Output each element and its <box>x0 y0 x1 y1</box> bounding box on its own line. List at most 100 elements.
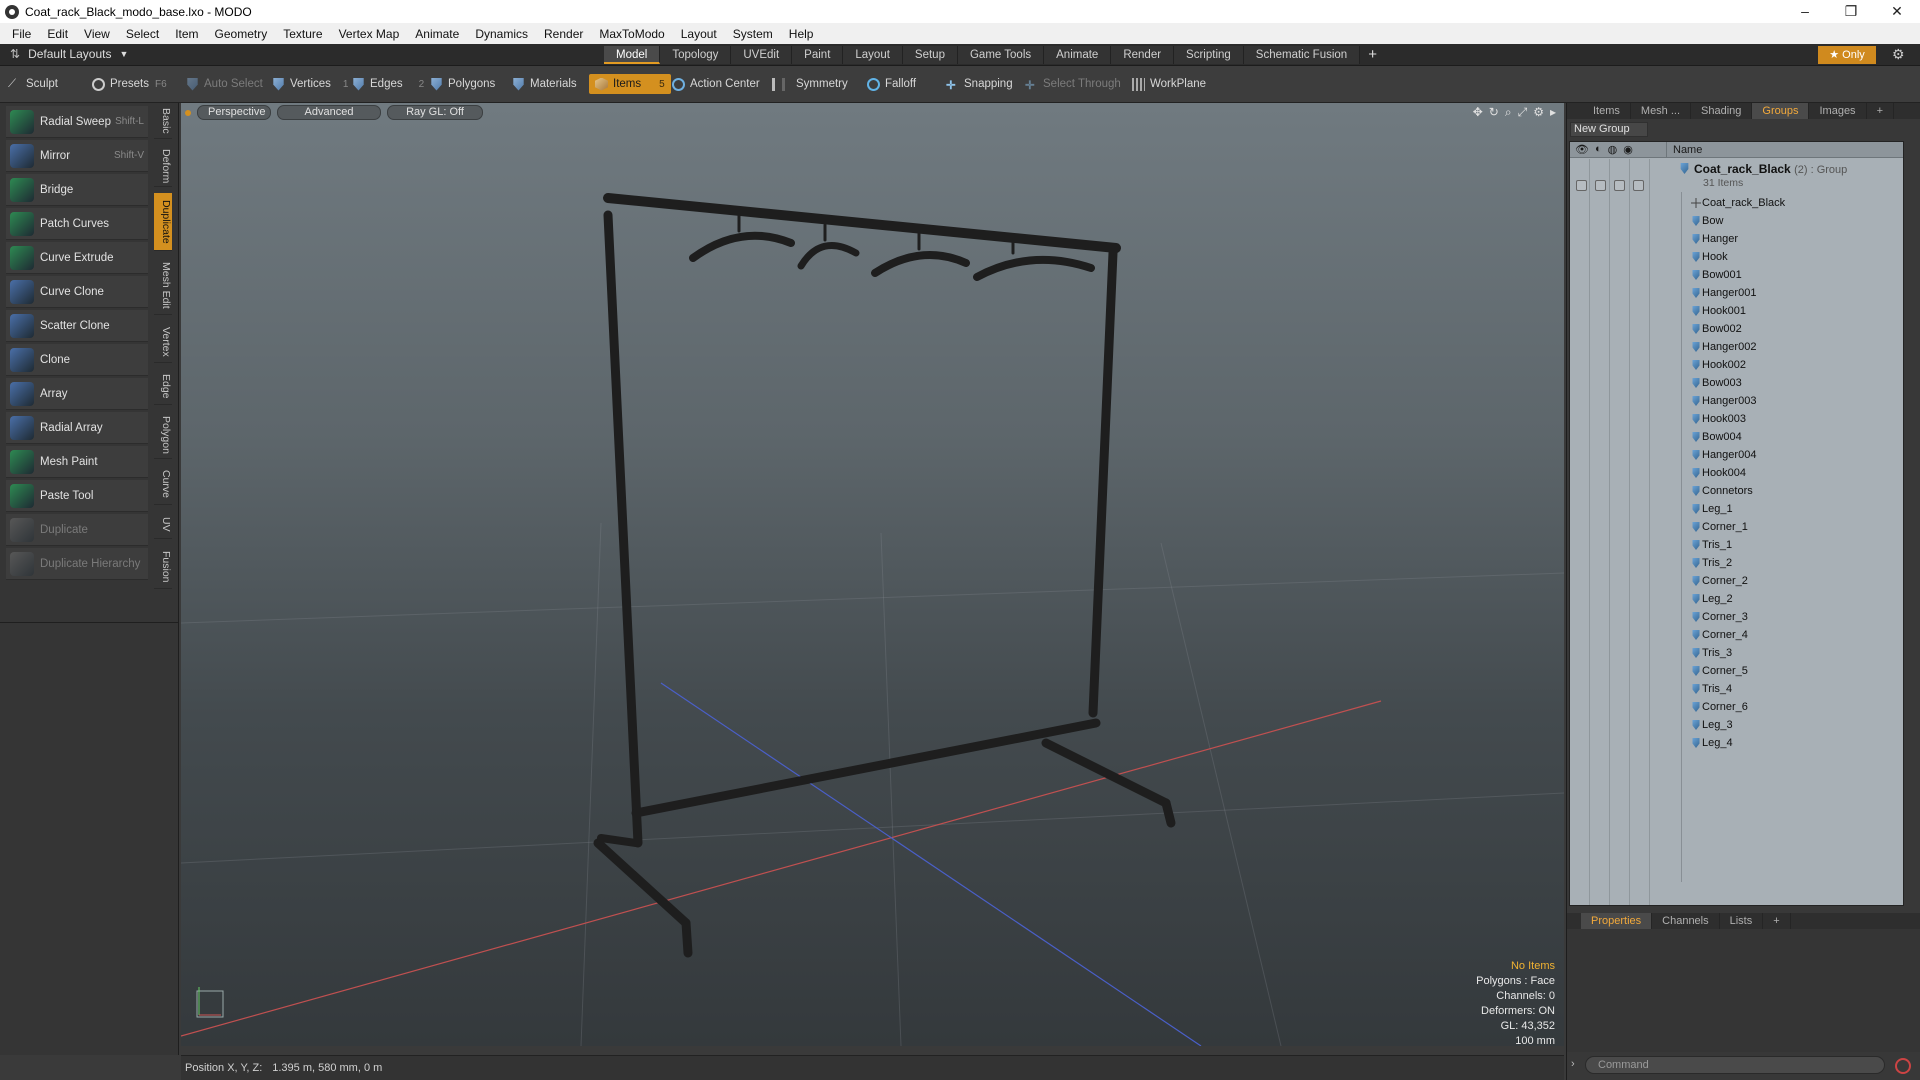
list-item[interactable]: Corner_6 <box>1570 698 1903 716</box>
menu-layout[interactable]: Layout <box>673 27 725 41</box>
action-center-button[interactable]: Action Center <box>672 74 760 94</box>
group-row[interactable]: Coat_rack_Black (2) : Group 31 Items <box>1570 159 1903 189</box>
menu-help[interactable]: Help <box>781 27 822 41</box>
menu-item[interactable]: Item <box>167 27 206 41</box>
rotate-icon[interactable]: ↻ <box>1489 105 1499 120</box>
list-item[interactable]: Hanger003 <box>1570 392 1903 410</box>
tab-render[interactable]: Render <box>1111 46 1175 64</box>
tab-model[interactable]: Model <box>604 46 661 64</box>
render-column-icon[interactable]: ◍ <box>1608 143 1618 156</box>
vtab-uv[interactable]: UV <box>154 511 172 539</box>
list-item[interactable]: Tris_1 <box>1570 536 1903 554</box>
shading-dropdown[interactable]: Advanced <box>277 105 381 120</box>
vtab-mesh-edit[interactable]: Mesh Edit <box>154 257 172 315</box>
snapping-button[interactable]: ✛ Snapping <box>946 74 1013 94</box>
list-item[interactable]: Leg_2 <box>1570 590 1903 608</box>
tool-scatter-clone[interactable]: Scatter Clone <box>6 310 148 342</box>
vtab-basic[interactable]: Basic <box>154 103 172 139</box>
fit-icon[interactable]: ⤢ <box>1518 105 1528 120</box>
vtab-curve[interactable]: Curve <box>154 465 172 505</box>
list-item[interactable]: Hook003 <box>1570 410 1903 428</box>
tab-uvedit[interactable]: UVEdit <box>731 46 793 64</box>
list-item[interactable]: Bow003 <box>1570 374 1903 392</box>
menu-system[interactable]: System <box>725 27 781 41</box>
tab-mesh[interactable]: Mesh ... <box>1631 103 1692 119</box>
list-item[interactable]: Coat_rack_Black <box>1570 194 1903 212</box>
tab-setup[interactable]: Setup <box>902 46 958 64</box>
menu-render[interactable]: Render <box>536 27 591 41</box>
list-item[interactable]: Hook004 <box>1570 464 1903 482</box>
tab-game-tools[interactable]: Game Tools <box>957 46 1045 64</box>
list-item[interactable]: Connetors <box>1570 482 1903 500</box>
vtab-duplicate[interactable]: Duplicate <box>154 193 172 251</box>
menu-vertex-map[interactable]: Vertex Map <box>331 27 408 41</box>
pan-icon[interactable]: ✥ <box>1473 105 1483 120</box>
tool-patch-curves[interactable]: Patch Curves <box>6 208 148 240</box>
tab-groups[interactable]: Groups <box>1752 103 1810 119</box>
viewport-gear-icon[interactable]: ⚙ <box>1533 105 1544 120</box>
tool-radial-array[interactable]: Radial Array <box>6 412 148 444</box>
list-item[interactable]: Corner_3 <box>1570 608 1903 626</box>
vtab-fusion[interactable]: Fusion <box>154 545 172 589</box>
list-item[interactable]: Tris_3 <box>1570 644 1903 662</box>
materials-button[interactable]: Materials <box>512 74 577 94</box>
sculpt-button[interactable]: ⟋ Sculpt <box>8 74 58 94</box>
zoom-icon[interactable]: ⌕ <box>1505 105 1512 120</box>
tool-curve-clone[interactable]: Curve Clone <box>6 276 148 308</box>
list-item[interactable]: Hook <box>1570 248 1903 266</box>
perspective-dropdown[interactable]: Perspective <box>197 105 271 120</box>
tab-images[interactable]: Images <box>1809 103 1867 119</box>
menu-select[interactable]: Select <box>118 27 167 41</box>
menu-geometry[interactable]: Geometry <box>207 27 276 41</box>
command-input[interactable]: Command <box>1585 1056 1885 1074</box>
list-item[interactable]: Bow004 <box>1570 428 1903 446</box>
list-item[interactable]: Bow001 <box>1570 266 1903 284</box>
list-item[interactable]: Hanger <box>1570 230 1903 248</box>
tool-array[interactable]: Array <box>6 378 148 410</box>
polygons-button[interactable]: Polygons <box>430 74 495 94</box>
tab-channels[interactable]: Channels <box>1652 913 1720 929</box>
raygl-toggle[interactable]: Ray GL: Off <box>387 105 483 120</box>
presets-button[interactable]: Presets F6 <box>92 74 167 94</box>
tab-schematic-fusion[interactable]: Schematic Fusion <box>1243 46 1361 64</box>
3d-viewport[interactable]: Perspective Advanced Ray GL: Off ✥ ↻ ⌕ ⤢… <box>181 103 1564 1046</box>
list-item[interactable]: Tris_4 <box>1570 680 1903 698</box>
viewport-menu-dot-icon[interactable] <box>185 110 191 116</box>
tab-items[interactable]: Items <box>1583 103 1631 119</box>
add-properties-tab-button[interactable]: + <box>1763 913 1791 929</box>
tool-duplicate-hierarchy[interactable]: Duplicate Hierarchy <box>6 548 148 580</box>
tool-bridge[interactable]: Bridge <box>6 174 148 206</box>
menu-edit[interactable]: Edit <box>39 27 76 41</box>
tab-topology[interactable]: Topology <box>660 46 732 64</box>
viewport-expand-icon[interactable]: ▸ <box>1550 105 1556 120</box>
menu-file[interactable]: File <box>4 27 39 41</box>
list-item[interactable]: Corner_5 <box>1570 662 1903 680</box>
lock-column-icon[interactable]: ◐ <box>1595 143 1602 156</box>
layout-selector[interactable]: ⇅ Default Layouts ▼ <box>10 47 128 61</box>
vtab-edge[interactable]: Edge <box>154 369 172 405</box>
list-item[interactable]: Leg_4 <box>1570 734 1903 752</box>
tab-paint[interactable]: Paint <box>792 46 844 64</box>
select-through-button[interactable]: ✛ Select Through <box>1025 74 1121 94</box>
add-tab-button[interactable]: + <box>1360 46 1385 64</box>
list-item[interactable]: Corner_4 <box>1570 626 1903 644</box>
vtab-polygon[interactable]: Polygon <box>154 411 172 459</box>
symmetry-button[interactable]: Symmetry <box>772 74 848 94</box>
tab-shading[interactable]: Shading <box>1691 103 1753 119</box>
list-item[interactable]: Hanger002 <box>1570 338 1903 356</box>
add-panel-tab-button[interactable]: + <box>1867 103 1894 119</box>
restore-button[interactable]: ❐ <box>1828 0 1874 23</box>
menu-maxtomodo[interactable]: MaxToModo <box>591 27 672 41</box>
list-item[interactable]: Hanger004 <box>1570 446 1903 464</box>
command-execute-icon[interactable] <box>1895 1058 1911 1074</box>
workplane-button[interactable]: WorkPlane <box>1132 74 1206 94</box>
tool-radial-sweep[interactable]: Radial Sweep Shift-L <box>6 106 148 138</box>
new-group-button[interactable]: New Group <box>1570 122 1648 137</box>
tool-mesh-paint[interactable]: Mesh Paint <box>6 446 148 478</box>
tab-properties[interactable]: Properties <box>1581 913 1653 929</box>
menu-view[interactable]: View <box>76 27 118 41</box>
list-item[interactable]: Corner_2 <box>1570 572 1903 590</box>
tab-animate[interactable]: Animate <box>1044 46 1112 64</box>
list-item[interactable]: Hook002 <box>1570 356 1903 374</box>
list-item[interactable]: Tris_2 <box>1570 554 1903 572</box>
